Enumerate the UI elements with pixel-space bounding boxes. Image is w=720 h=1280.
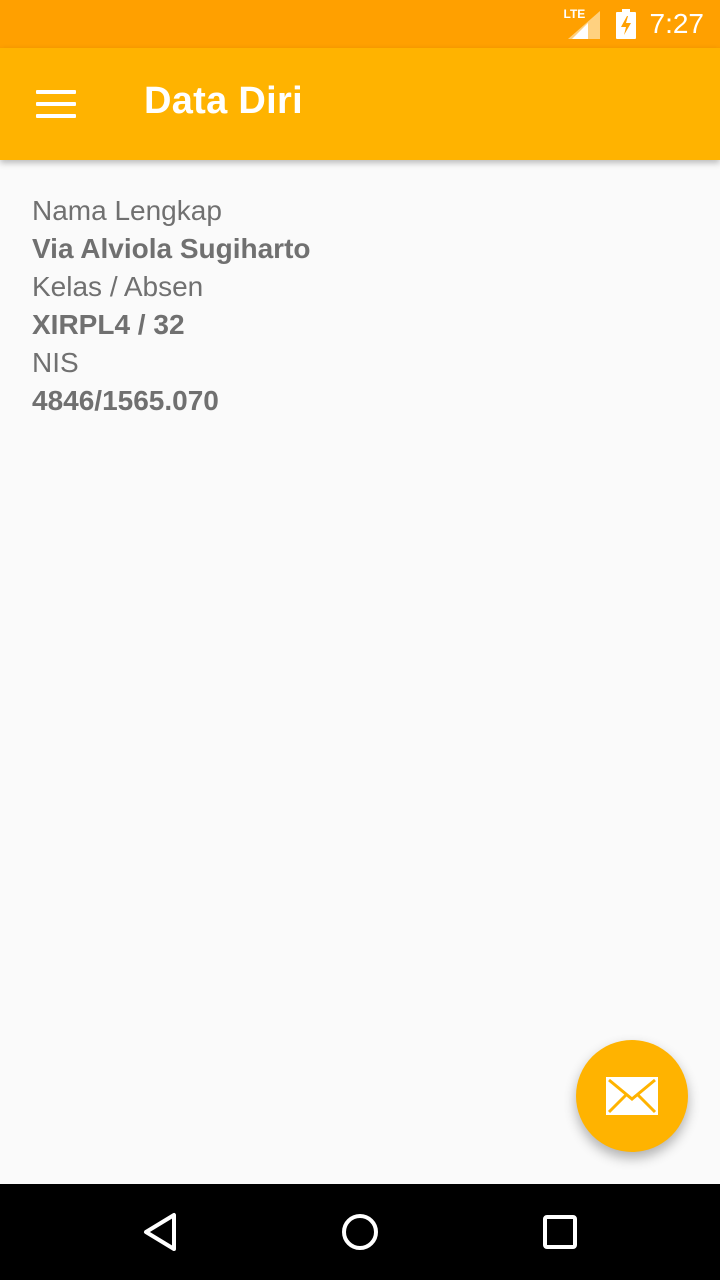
menu-line [36,90,76,94]
mail-icon [606,1077,658,1115]
status-bar: LTE 7:27 [0,0,720,48]
field-label-nis: NIS [32,347,79,378]
status-time: 7:27 [649,8,705,39]
field-label-kelas: Kelas / Absen [32,271,204,302]
home-icon[interactable] [340,1212,380,1252]
recents-icon[interactable] [540,1212,580,1252]
page-title: Data Diri [144,80,303,122]
back-icon[interactable] [140,1212,180,1252]
app-bar: Data Diri [0,48,720,160]
menu-line [36,114,76,118]
field-label-nama: Nama Lengkap [32,195,222,226]
lte-signal-icon: LTE [564,7,602,39]
menu-line [36,102,76,106]
battery-charging-icon [615,9,636,39]
send-email-button[interactable] [576,1040,688,1152]
hamburger-menu-icon[interactable] [36,86,76,122]
profile-details: Nama Lengkap Via Alviola Sugiharto Kelas… [32,192,688,420]
field-value-kelas: XIRPL4 / 32 [32,309,185,340]
field-value-nis: 4846/1565.070 [32,385,219,416]
field-value-nama: Via Alviola Sugiharto [32,233,311,264]
navigation-bar [0,1184,720,1280]
status-icons: LTE 7:27 [564,0,705,48]
